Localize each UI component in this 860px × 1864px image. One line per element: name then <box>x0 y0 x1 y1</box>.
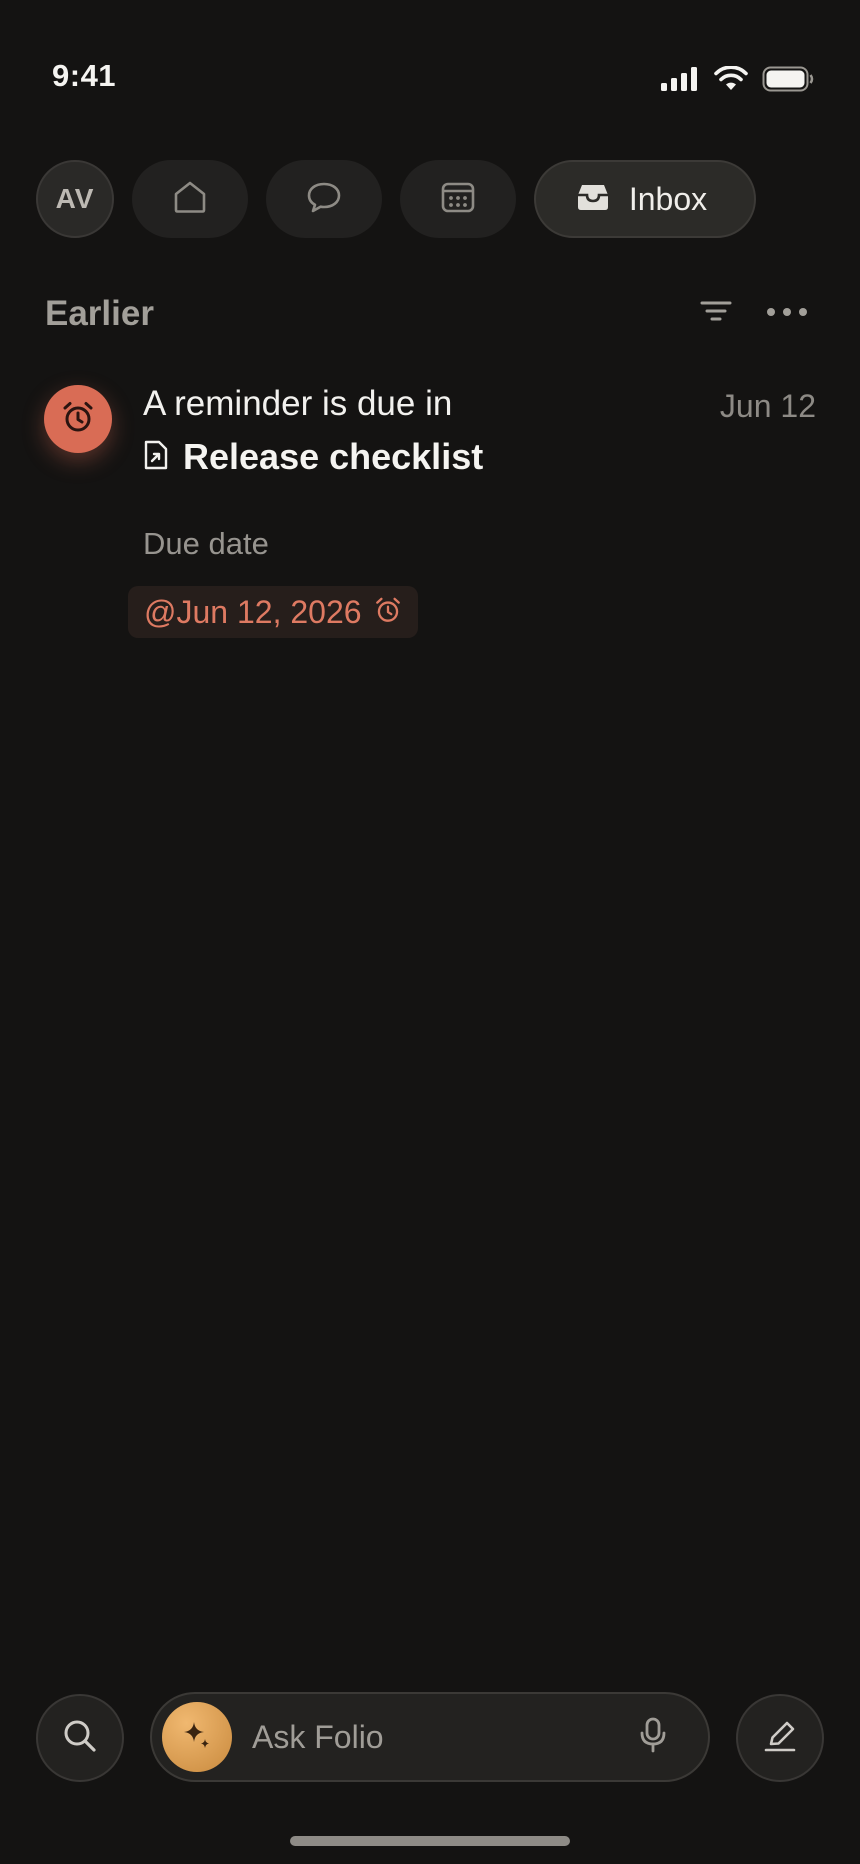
chat-bubble-icon <box>306 180 342 219</box>
tab-home[interactable] <box>132 160 248 238</box>
tab-inbox[interactable]: Inbox <box>534 160 756 238</box>
reminder-badge <box>44 385 112 453</box>
section-title: Earlier <box>45 294 154 333</box>
inbox-screen: 9:41 AV Inbox Earlier A reminder is due … <box>0 0 860 1864</box>
top-tabs: AV Inbox <box>36 160 756 238</box>
tab-calendar[interactable] <box>400 160 516 238</box>
status-icons <box>660 65 814 97</box>
ask-folio-bar[interactable]: Ask Folio <box>150 1692 710 1782</box>
tab-inbox-label: Inbox <box>628 180 708 217</box>
wifi-icon <box>714 65 748 97</box>
battery-icon <box>762 66 814 97</box>
tab-chat[interactable] <box>266 160 382 238</box>
more-icon <box>766 304 808 322</box>
more-button[interactable] <box>762 298 812 328</box>
notification-date: Jun 12 <box>719 388 816 424</box>
ask-ai-avatar <box>162 1702 232 1772</box>
page-link-icon <box>143 439 169 476</box>
status-time: 9:41 <box>52 58 117 93</box>
calendar-icon <box>440 180 476 219</box>
microphone-icon <box>639 1717 667 1758</box>
compose-button[interactable] <box>736 1694 824 1782</box>
compose-icon <box>762 1718 798 1759</box>
alarm-clock-icon <box>61 400 95 439</box>
notification-text: A reminder is due in <box>143 384 453 423</box>
sparkle-icon <box>180 1718 214 1757</box>
notification-page-title: Release checklist <box>183 436 484 477</box>
filter-button[interactable] <box>696 296 736 330</box>
notification-page-link[interactable]: Release checklist <box>143 436 483 478</box>
cellular-signal-icon <box>660 67 700 96</box>
inbox-icon <box>575 182 611 217</box>
home-indicator[interactable] <box>290 1836 570 1846</box>
due-date-value: @Jun 12, 2026 <box>144 593 362 630</box>
microphone-button[interactable] <box>628 1712 678 1762</box>
property-label: Due date <box>143 526 269 561</box>
due-date-chip[interactable]: @Jun 12, 2026 <box>128 586 418 638</box>
search-icon <box>62 1718 98 1759</box>
filter-icon <box>700 299 732 328</box>
alarm-clock-icon <box>374 596 402 629</box>
ask-input[interactable]: Ask Folio <box>252 1719 628 1756</box>
search-button[interactable] <box>36 1694 124 1782</box>
home-icon <box>172 180 208 219</box>
avatar[interactable]: AV <box>36 160 114 238</box>
